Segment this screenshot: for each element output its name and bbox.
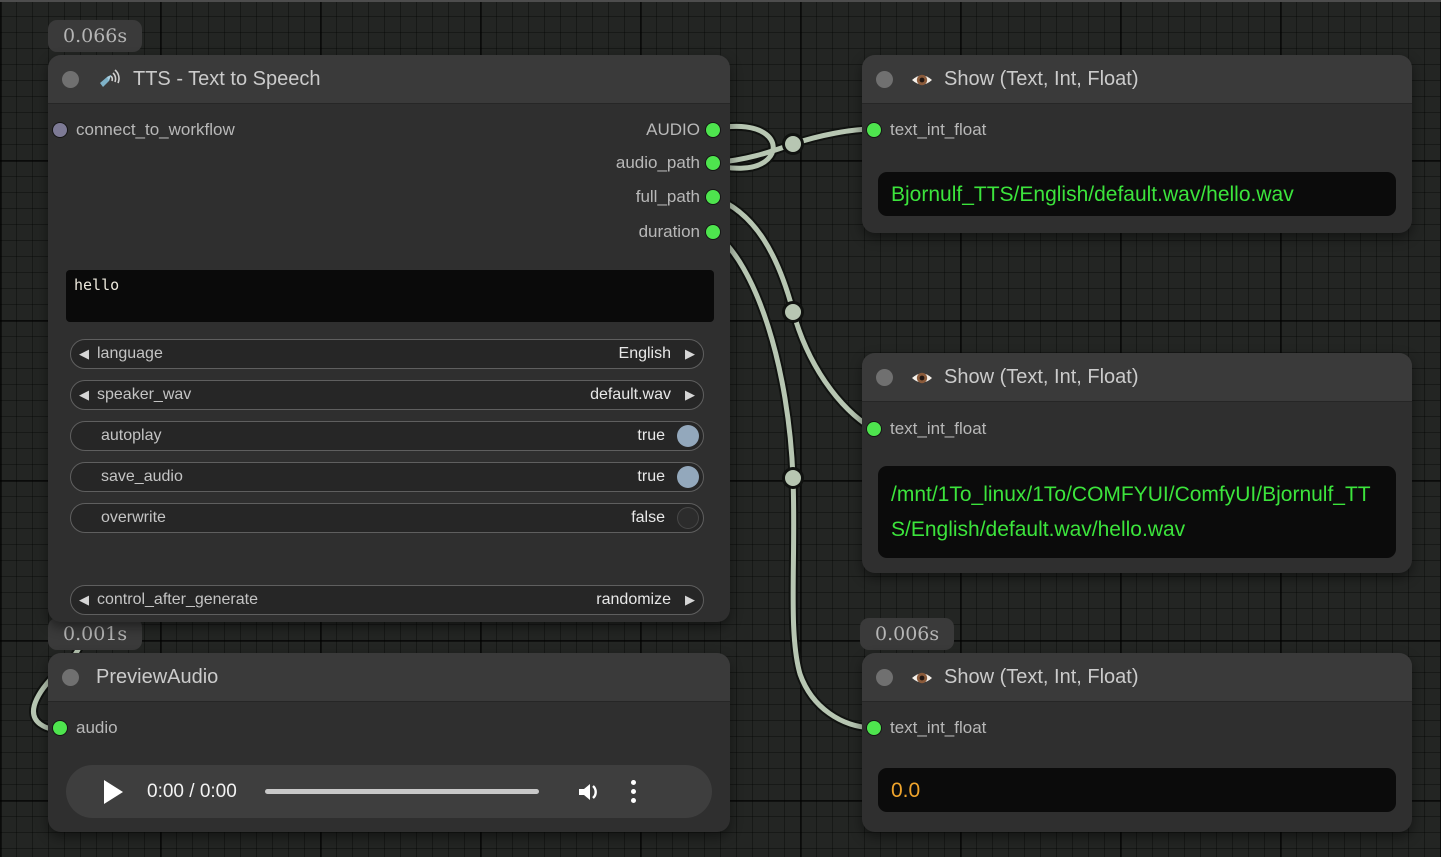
eye-icon: [910, 666, 934, 690]
node-tts-text-to-speech[interactable]: TTS - Text to Speech connect_to_workflow…: [48, 55, 730, 622]
collapse-dot[interactable]: [876, 71, 893, 88]
input-port-audio[interactable]: [53, 721, 67, 735]
toggle-overwrite[interactable]: overwrite false: [70, 503, 704, 533]
input-label: connect_to_workflow: [76, 118, 235, 142]
node-show-text-int-float-3[interactable]: Show (Text, Int, Float) text_int_float 0…: [862, 653, 1412, 832]
collapse-dot[interactable]: [62, 71, 79, 88]
show-value-display: /mnt/1To_linux/1To/COMFYUI/ComfyUI/Bjorn…: [878, 466, 1396, 558]
toggle-dot[interactable]: [677, 425, 699, 447]
combo-language[interactable]: ◀ language English ▶: [70, 339, 704, 369]
combo-right-arrow-icon[interactable]: ▶: [677, 592, 703, 608]
combo-control-after-generate[interactable]: ◀ control_after_generate randomize ▶: [70, 585, 704, 615]
combo-value: randomize: [596, 591, 671, 609]
eye-icon: [910, 366, 934, 390]
node-graph-canvas[interactable]: 0.066s 0.001s 0.006s TTS - Text to Speec…: [0, 0, 1441, 857]
toggle-value: true: [637, 468, 665, 486]
node-title: PreviewAudio: [96, 653, 218, 701]
output-label: AUDIO: [646, 118, 700, 142]
seek-bar[interactable]: [265, 789, 539, 794]
toggle-autoplay[interactable]: autoplay true: [70, 421, 704, 451]
node-header[interactable]: Show (Text, Int, Float): [862, 653, 1412, 702]
toggle-dot[interactable]: [677, 466, 699, 488]
reroute-dot[interactable]: [784, 135, 803, 154]
output-port-audio-path[interactable]: [706, 156, 720, 170]
input-label: text_int_float: [890, 118, 986, 142]
overflow-menu-icon[interactable]: [631, 780, 636, 803]
node-preview-audio[interactable]: PreviewAudio audio 0:00 / 0:00: [48, 653, 730, 832]
combo-left-arrow-icon[interactable]: ◀: [71, 346, 97, 362]
input-port-text-int-float[interactable]: [867, 123, 881, 137]
input-port-connect-to-workflow[interactable]: [53, 123, 67, 137]
toggle-value: false: [631, 509, 665, 527]
reroute-dot[interactable]: [784, 303, 803, 322]
audio-player[interactable]: 0:00 / 0:00: [66, 765, 712, 818]
timing-badge-show3: 0.006s: [860, 618, 954, 650]
output-label: full_path: [636, 185, 700, 209]
text-input-field[interactable]: hello: [66, 270, 714, 322]
combo-right-arrow-icon[interactable]: ▶: [677, 346, 703, 362]
node-title: Show (Text, Int, Float): [944, 653, 1139, 701]
combo-label: control_after_generate: [97, 591, 596, 609]
output-port-duration[interactable]: [706, 225, 720, 239]
show-value-display: Bjornulf_TTS/English/default.wav/hello.w…: [878, 172, 1396, 216]
collapse-dot[interactable]: [876, 369, 893, 386]
combo-right-arrow-icon[interactable]: ▶: [677, 387, 703, 403]
combo-left-arrow-icon[interactable]: ◀: [71, 592, 97, 608]
collapse-dot[interactable]: [876, 669, 893, 686]
reroute-dot[interactable]: [784, 469, 803, 488]
node-show-text-int-float-2[interactable]: Show (Text, Int, Float) text_int_float /…: [862, 353, 1412, 573]
timing-badge-preview: 0.001s: [48, 618, 142, 650]
node-header[interactable]: Show (Text, Int, Float): [862, 55, 1412, 104]
output-port-full-path[interactable]: [706, 190, 720, 204]
toggle-label: overwrite: [101, 509, 631, 527]
node-title: Show (Text, Int, Float): [944, 353, 1139, 401]
input-label: audio: [76, 716, 118, 740]
toggle-label: autoplay: [101, 427, 637, 445]
combo-value: English: [619, 345, 671, 363]
input-port-text-int-float[interactable]: [867, 422, 881, 436]
combo-value: default.wav: [590, 386, 671, 404]
megaphone-icon: [98, 68, 122, 92]
input-label: text_int_float: [890, 417, 986, 441]
toggle-label: save_audio: [101, 468, 637, 486]
volume-icon[interactable]: [575, 778, 603, 806]
play-button[interactable]: [104, 780, 123, 804]
node-show-text-int-float-1[interactable]: Show (Text, Int, Float) text_int_float B…: [862, 55, 1412, 233]
collapse-dot[interactable]: [62, 669, 79, 686]
eye-icon: [910, 68, 934, 92]
output-label: audio_path: [616, 151, 700, 175]
input-label: text_int_float: [890, 716, 986, 740]
output-label: duration: [639, 220, 700, 244]
timing-badge-tts: 0.066s: [48, 20, 142, 52]
combo-speaker-wav[interactable]: ◀ speaker_wav default.wav ▶: [70, 380, 704, 410]
toggle-save-audio[interactable]: save_audio true: [70, 462, 704, 492]
node-title: TTS - Text to Speech: [133, 55, 321, 103]
input-port-text-int-float[interactable]: [867, 721, 881, 735]
node-header[interactable]: Show (Text, Int, Float): [862, 353, 1412, 402]
combo-label: language: [97, 345, 619, 363]
node-header[interactable]: PreviewAudio: [48, 653, 730, 702]
toggle-value: true: [637, 427, 665, 445]
node-title: Show (Text, Int, Float): [944, 55, 1139, 103]
combo-left-arrow-icon[interactable]: ◀: [71, 387, 97, 403]
playback-time: 0:00 / 0:00: [147, 781, 237, 803]
show-value-display: 0.0: [878, 768, 1396, 812]
combo-label: speaker_wav: [97, 386, 590, 404]
node-header[interactable]: TTS - Text to Speech: [48, 55, 730, 104]
toggle-dot[interactable]: [677, 507, 699, 529]
output-port-audio[interactable]: [706, 123, 720, 137]
